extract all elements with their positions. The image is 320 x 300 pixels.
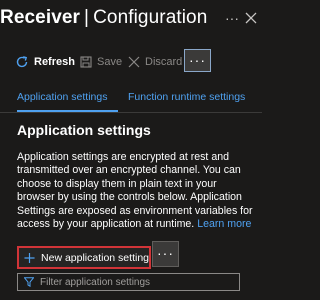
plus-icon xyxy=(24,252,35,263)
tabs-divider xyxy=(0,112,262,113)
page-title: Receiver | Configuration xyxy=(0,7,207,29)
save-icon xyxy=(80,56,92,68)
tab-application-settings[interactable]: Application settings xyxy=(17,90,107,104)
close-icon[interactable] xyxy=(243,10,259,26)
discard-label: Discard xyxy=(145,56,183,68)
filter-icon xyxy=(24,277,34,287)
refresh-button[interactable]: Refresh xyxy=(15,54,75,70)
refresh-label: Refresh xyxy=(34,56,75,68)
section-heading: Application settings xyxy=(17,122,151,138)
ellipsis-icon[interactable]: ··· xyxy=(224,8,240,28)
learn-more-link[interactable]: Learn more xyxy=(197,218,251,230)
filter-field[interactable] xyxy=(17,273,240,291)
discard-button[interactable]: Discard xyxy=(128,54,182,70)
title-separator: | xyxy=(84,7,90,28)
discard-icon xyxy=(128,56,140,68)
new-application-setting-button[interactable]: New application setting xyxy=(17,246,151,269)
tab-function-runtime-settings[interactable]: Function runtime settings xyxy=(128,90,245,104)
section-description: Application settings are encrypted at re… xyxy=(17,151,257,231)
blade-header: Receiver | Configuration ··· xyxy=(0,0,262,40)
save-button[interactable]: Save xyxy=(80,54,122,70)
resource-name: Receiver xyxy=(0,7,81,28)
filter-input[interactable] xyxy=(40,276,220,288)
more-actions-button[interactable]: ··· xyxy=(152,241,179,267)
save-label: Save xyxy=(97,56,123,68)
refresh-icon xyxy=(16,56,28,68)
new-application-setting-label: New application setting xyxy=(41,251,149,264)
settings-tabs: Application settings Function runtime se… xyxy=(0,84,262,112)
blade-name: Configuration xyxy=(93,7,208,28)
command-bar: Refresh Save Discard xyxy=(0,46,262,78)
more-commands-button[interactable]: ··· xyxy=(184,49,211,72)
